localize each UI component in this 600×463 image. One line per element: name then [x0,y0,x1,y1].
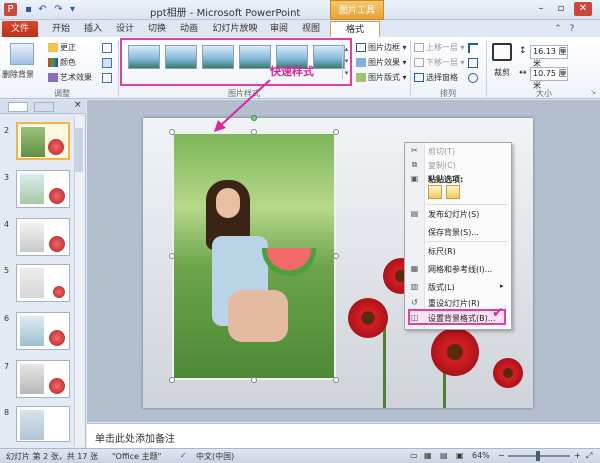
paste-keep-source-icon[interactable] [428,185,442,199]
publish-icon: ▤ [410,209,419,218]
zoom-slider-thumb[interactable] [536,451,540,461]
submenu-arrow-icon: ▸ [500,282,504,290]
view-sorter-icon[interactable]: ▦ [424,451,432,460]
menu-item-cut[interactable]: 剪切(T) [428,146,455,157]
zoom-in-icon[interactable]: + [574,451,581,460]
paste-picture-icon[interactable] [446,185,460,199]
slide-counter: 幻灯片 第 2 张，共 17 张 [6,452,98,461]
notes-placeholder: 单击此处添加备注 [95,434,175,445]
status-bar: 幻灯片 第 2 张，共 17 张 "Office 主题" ✓ 中文(中国) ▭ … [0,448,600,463]
menu-separator [426,241,508,242]
menu-separator [426,204,508,205]
menu-item-format-background[interactable]: 设置背景格式(B)... [428,313,495,324]
view-reading-icon[interactable]: ▤ [440,451,448,460]
copy-icon: ⧉ [411,160,418,169]
annotation-quick-styles: 快速样式 [270,65,314,78]
view-slideshow-icon[interactable]: ▣ [456,451,464,460]
menu-item-copy[interactable]: 复制(C) [428,160,456,171]
spellcheck-icon[interactable]: ✓ [180,451,187,460]
menu-item-ruler[interactable]: 标尺(R) [428,246,456,257]
view-normal-icon[interactable]: ▭ [410,451,418,460]
layout-icon: ▥ [410,282,419,291]
menu-item-reset-slide[interactable]: 重设幻灯片(R) [428,298,480,309]
format-background-icon: ◫ [410,313,419,322]
theme-name: "Office 主题" [112,452,162,461]
grid-icon: ▦ [410,264,419,273]
language-indicator: 中文(中国) [196,452,235,461]
menu-item-publish-slides[interactable]: 发布幻灯片(S) [428,209,479,220]
menu-item-layout[interactable]: 版式(L) [428,282,455,293]
paste-icon: ▣ [410,174,419,183]
fit-window-icon[interactable]: ⤢ [586,451,592,461]
reset-icon: ↺ [411,298,418,307]
zoom-out-icon[interactable]: − [498,451,505,460]
cut-icon: ✂ [411,146,418,155]
notes-pane[interactable]: 单击此处添加备注 [87,423,600,448]
zoom-level[interactable]: 64% [472,451,490,460]
menu-paste-options-label: 粘贴选项: [428,175,464,184]
menu-item-save-background[interactable]: 保存背景(S)... [428,227,479,238]
menu-item-grid-guides[interactable]: 网格和参考线(I)... [428,264,492,275]
checkmark-annotation-icon: ✔ [492,305,504,321]
